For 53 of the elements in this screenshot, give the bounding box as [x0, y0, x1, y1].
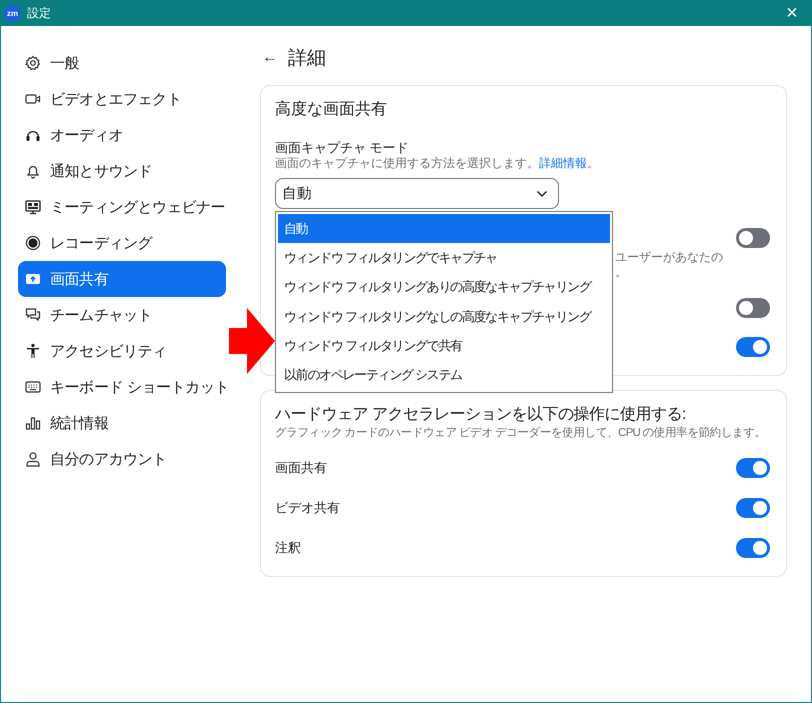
monitor-icon [25, 199, 41, 215]
setting-label: 画面共有 [275, 459, 327, 477]
sidebar-item[interactable]: アクセシビリティ [18, 333, 226, 369]
menu-option[interactable]: ウィンドウ フィルタリングなしの高度なキャプチャリング [278, 302, 610, 332]
setting-label: 注釈 [275, 539, 301, 557]
share-screen-icon [25, 271, 41, 287]
back-button[interactable]: ← [260, 49, 278, 67]
capture-mode-dropdown[interactable]: 自動 [275, 178, 559, 209]
sidebar-item[interactable]: チームチャット [18, 297, 226, 333]
person-icon [25, 343, 41, 359]
app-logo: zm [4, 4, 21, 22]
setting-description: 。 [615, 265, 628, 280]
chat-bubbles-icon [25, 307, 41, 323]
menu-option[interactable]: ウィンドウ フィルタリングありの高度なキャプチャリング [278, 272, 610, 302]
field-description: 画面のキャプチャに使用する方法を選択します。詳細情報。 [275, 156, 600, 171]
record-icon [25, 235, 41, 251]
setting-label: ビデオ共有 [275, 499, 340, 517]
pointer-arrow [229, 308, 275, 374]
page-title: 詳細 [288, 47, 326, 71]
learn-more-link[interactable]: 詳細情報 [539, 156, 587, 170]
sidebar-item[interactable]: レコーディング [18, 225, 226, 261]
toggle-switch[interactable] [736, 337, 770, 357]
sidebar-item[interactable]: 通知とサウンド [18, 153, 226, 189]
bar-chart-icon [25, 415, 41, 431]
menu-option[interactable]: ウィンドウ フィルタリングで共有 [278, 331, 610, 360]
keyboard-icon [25, 379, 41, 395]
menu-option[interactable]: ウィンドウ フィルタリングでキャプチャ [278, 243, 610, 273]
setting-description: ユーザーがあなたの [615, 250, 723, 265]
close-button[interactable]: × [772, 0, 812, 26]
toggle-switch[interactable] [736, 228, 770, 248]
toggle-switch[interactable] [736, 298, 770, 318]
section-description: グラフィック カードのハードウェア ビデオ デコーダーを使用して、CPU の使用率を節約します。 [275, 426, 767, 441]
menu-option[interactable]: 以前のオペレーティング システム [278, 360, 610, 390]
sidebar-item[interactable]: 統計情報 [18, 405, 226, 441]
sidebar-item[interactable]: ビデオとエフェクト [18, 81, 226, 117]
gear-icon [25, 55, 41, 71]
menu-option[interactable]: 自動 [278, 214, 610, 244]
field-label: 画面キャプチャ モード [275, 140, 410, 156]
sidebar-item[interactable]: 一般 [18, 45, 226, 81]
sidebar-item[interactable]: オーディオ [18, 117, 226, 153]
chevron-down-icon [536, 190, 548, 198]
toggle-switch[interactable] [736, 458, 770, 478]
sidebar-item[interactable]: 自分のアカウント [18, 441, 226, 477]
bell-icon [25, 163, 41, 179]
sidebar-item[interactable]: 画面共有 [18, 261, 226, 297]
sidebar-item[interactable]: キーボード ショートカット [18, 369, 226, 405]
toggle-switch[interactable] [736, 498, 770, 518]
toggle-switch[interactable] [736, 538, 770, 558]
sidebar-item[interactable]: ミーティングとウェビナー [18, 189, 226, 225]
window-title: 設定 [27, 4, 51, 22]
section-title: 高度な画面共有 [275, 100, 388, 120]
section-title: ハードウェア アクセラレーションを以下の操作に使用する: [275, 404, 687, 425]
user-icon [25, 451, 41, 467]
